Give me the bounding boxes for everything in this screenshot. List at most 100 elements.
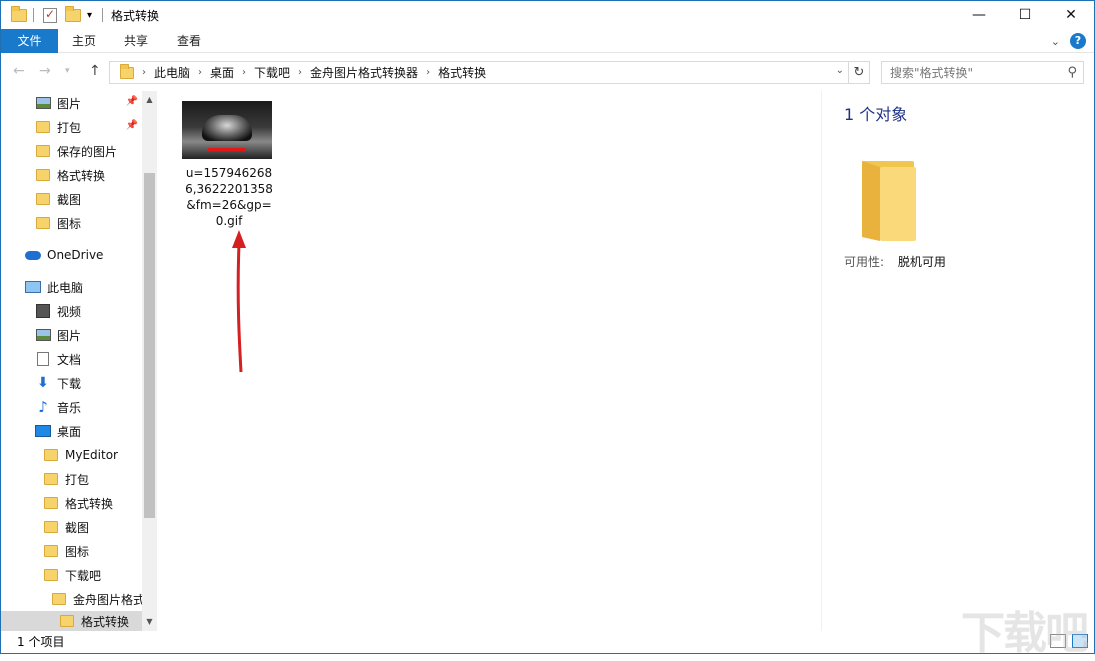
chevron-right-icon[interactable]: ›	[242, 67, 246, 78]
status-bar: 1 个项目	[1, 631, 1094, 653]
folder-icon	[35, 192, 51, 206]
breadcrumb-format-convert[interactable]: 格式转换	[438, 64, 486, 81]
chevron-down-icon[interactable]: ⌄	[836, 65, 844, 76]
tab-home[interactable]: 主页	[58, 29, 110, 53]
music-icon: ♪	[38, 398, 48, 416]
sidebar-item-saved-pictures[interactable]: 保存的图片	[1, 139, 142, 163]
window-title: 格式转换	[111, 9, 160, 23]
download-icon: ⬇	[37, 375, 49, 391]
folder-icon	[35, 168, 51, 182]
new-folder-icon[interactable]	[65, 5, 81, 24]
folder-icon	[43, 496, 59, 510]
help-icon[interactable]: ?	[1070, 33, 1086, 49]
folder-icon	[43, 448, 59, 462]
navigation-pane: 图片 📌 打包 📌 保存的图片 格式转换 截图 图标 OneDrive 此电脑 …	[1, 91, 157, 631]
close-button[interactable]: ✕	[1048, 1, 1094, 29]
up-arrow-icon[interactable]: ↑	[89, 63, 101, 79]
refresh-button[interactable]: ↻	[849, 61, 870, 84]
sidebar-item-screenshots-quick[interactable]: 截图	[1, 187, 142, 211]
pin-icon[interactable]: 📌	[126, 96, 138, 107]
computer-icon	[25, 280, 41, 294]
breadcrumb-converter[interactable]: 金舟图片格式转换器	[310, 64, 418, 81]
folder-icon	[35, 144, 51, 158]
file-name: u=1579462686,3622201358&fm=26&gp=0.gif	[185, 166, 273, 228]
customize-toolbar-icon[interactable]: ▾	[87, 6, 92, 24]
details-pane: 1 个对象 可用性: 脱机可用	[821, 91, 1094, 631]
folder-icon	[862, 161, 916, 241]
sidebar-item-onedrive[interactable]: OneDrive	[1, 243, 142, 267]
availability-value: 脱机可用	[897, 255, 946, 269]
forward-arrow-icon[interactable]: →	[39, 63, 51, 79]
sidebar-item-music[interactable]: ♪ 音乐	[1, 395, 142, 419]
properties-icon[interactable]	[43, 6, 57, 24]
search-placeholder: 搜索"格式转换"	[890, 66, 974, 80]
sidebar-item-videos[interactable]: 视频	[1, 299, 142, 323]
breadcrumb-this-pc[interactable]: 此电脑	[154, 64, 190, 81]
tab-share[interactable]: 共享	[110, 29, 162, 53]
explorer-window: ▾ 格式转换 — ☐ ✕ 文件 主页 共享 查看 ⌄ ? ← → ▾ ↑ › 此…	[0, 0, 1095, 659]
back-arrow-icon[interactable]: ←	[13, 63, 25, 79]
sidebar-item-myeditor[interactable]: MyEditor	[1, 443, 142, 467]
tab-view[interactable]: 查看	[163, 29, 215, 53]
folder-icon	[43, 568, 59, 582]
scroll-up-icon[interactable]: ▲	[142, 95, 157, 104]
desktop-icon	[35, 424, 51, 438]
folder-icon	[11, 5, 27, 24]
chevron-right-icon[interactable]: ›	[198, 67, 202, 78]
gif-thumbnail	[182, 101, 272, 159]
sidebar-item-downloads[interactable]: ⬇ 下载	[1, 371, 142, 395]
title-bar: ▾ 格式转换 — ☐ ✕	[1, 1, 1094, 29]
sidebar-item-format-convert[interactable]: 格式转换	[1, 491, 142, 515]
selection-count: 1 个对象	[844, 105, 908, 124]
address-bar[interactable]: › 此电脑 › 桌面 › 下载吧 › 金舟图片格式转换器 › 格式转换 ⌄	[109, 61, 849, 84]
pin-icon[interactable]: 📌	[126, 120, 138, 131]
sidebar-item-pictures[interactable]: 图片	[1, 323, 142, 347]
picture-icon	[35, 328, 51, 342]
sidebar-item-pack-quick[interactable]: 打包 📌	[1, 115, 142, 139]
sidebar-item-pictures-quick[interactable]: 图片 📌	[1, 91, 142, 115]
expand-ribbon-icon[interactable]: ⌄	[1051, 35, 1060, 48]
search-icon[interactable]: ⚲	[1067, 65, 1077, 80]
file-list-area[interactable]: u=1579462686,3622201358&fm=26&gp=0.gif	[157, 91, 821, 631]
sidebar-item-pack[interactable]: 打包	[1, 467, 142, 491]
recent-locations-icon[interactable]: ▾	[65, 66, 70, 76]
red-arrow-annotation	[232, 230, 246, 373]
availability-label: 可用性:	[844, 255, 885, 269]
sidebar-item-desktop[interactable]: 桌面	[1, 419, 142, 443]
folder-icon	[43, 544, 59, 558]
breadcrumb-desktop[interactable]: 桌面	[210, 64, 234, 81]
sidebar-item-icons-quick[interactable]: 图标	[1, 211, 142, 235]
sidebar-scrollbar[interactable]: ▲ ▼	[142, 91, 157, 631]
scroll-down-icon[interactable]: ▼	[142, 617, 157, 626]
minimize-button[interactable]: —	[956, 1, 1002, 29]
folder-icon	[43, 520, 59, 534]
folder-icon	[43, 472, 59, 486]
ribbon-tabs: 文件 主页 共享 查看 ⌄ ?	[1, 29, 1094, 53]
maximize-button[interactable]: ☐	[1002, 1, 1048, 29]
scrollbar-thumb[interactable]	[144, 173, 155, 518]
chevron-right-icon[interactable]: ›	[298, 67, 302, 78]
separator	[33, 6, 34, 24]
availability: 可用性: 脱机可用	[844, 253, 946, 270]
folder-icon	[51, 592, 67, 606]
navigation-bar: ← → ▾ ↑ › 此电脑 › 桌面 › 下载吧 › 金舟图片格式转换器 › 格…	[1, 53, 1094, 91]
sidebar-item-format-convert-selected[interactable]: 格式转换	[1, 611, 142, 631]
sidebar-item-documents[interactable]: 文档	[1, 347, 142, 371]
picture-icon	[35, 96, 51, 110]
item-count: 1 个项目	[17, 635, 65, 649]
file-item[interactable]: u=1579462686,3622201358&fm=26&gp=0.gif	[181, 101, 277, 229]
cloud-icon	[25, 248, 41, 262]
sidebar-item-format-convert-quick[interactable]: 格式转换	[1, 163, 142, 187]
document-icon	[35, 352, 51, 366]
sidebar-item-icons[interactable]: 图标	[1, 539, 142, 563]
search-input[interactable]: 搜索"格式转换" ⚲	[881, 61, 1084, 84]
sidebar-item-converter[interactable]: 金舟图片格式	[1, 587, 142, 611]
tab-file[interactable]: 文件	[1, 29, 58, 53]
sidebar-item-screenshots[interactable]: 截图	[1, 515, 142, 539]
chevron-right-icon[interactable]: ›	[142, 67, 146, 78]
chevron-right-icon[interactable]: ›	[426, 67, 430, 78]
breadcrumb-downloads[interactable]: 下载吧	[254, 64, 290, 81]
folder-icon	[35, 120, 51, 134]
sidebar-item-downloadba[interactable]: 下载吧	[1, 563, 142, 587]
sidebar-item-this-pc[interactable]: 此电脑	[1, 275, 142, 299]
